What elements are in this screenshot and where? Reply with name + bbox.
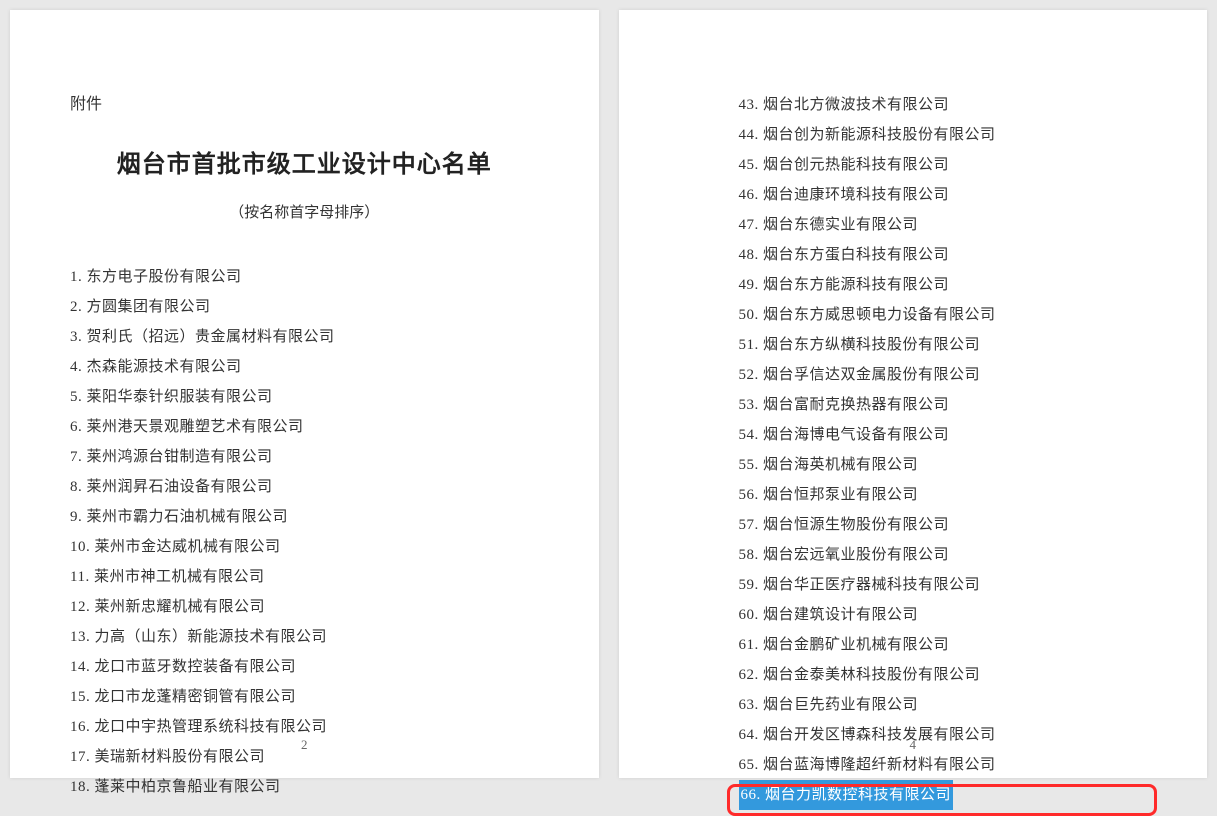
list-item: 2. 方圆集团有限公司 [70,292,539,322]
list-item: 3. 贺利氏（招远）贵金属材料有限公司 [70,322,539,352]
list-item: 45. 烟台创元热能科技有限公司 [739,150,1148,180]
page-number-left: 2 [10,737,599,753]
list-item: 47. 烟台东德实业有限公司 [739,210,1148,240]
list-item: 6. 莱州港天景观雕塑艺术有限公司 [70,412,539,442]
list-item: 10. 莱州市金达威机械有限公司 [70,532,539,562]
page-number-right: 4 [619,737,1208,753]
list-item: 58. 烟台宏远氧业股份有限公司 [739,540,1148,570]
list-item: 51. 烟台东方纵横科技股份有限公司 [739,330,1148,360]
list-item: 43. 烟台北方微波技术有限公司 [739,90,1148,120]
list-item: 18. 蓬莱中柏京鲁船业有限公司 [70,772,539,802]
list-item: 53. 烟台富耐克换热器有限公司 [739,390,1148,420]
list-item: 65. 烟台蓝海博隆超纤新材料有限公司 [739,750,1148,780]
list-item: 15. 龙口市龙蓬精密铜管有限公司 [70,682,539,712]
list-item: 44. 烟台创为新能源科技股份有限公司 [739,120,1148,150]
list-item: 5. 莱阳华泰针织服装有限公司 [70,382,539,412]
list-item: 55. 烟台海英机械有限公司 [739,450,1148,480]
list-item: 61. 烟台金鹏矿业机械有限公司 [739,630,1148,660]
document-page-right: 43. 烟台北方微波技术有限公司 44. 烟台创为新能源科技股份有限公司 45.… [619,10,1208,778]
list-item: 1. 东方电子股份有限公司 [70,262,539,292]
list-item: 14. 龙口市蓝牙数控装备有限公司 [70,652,539,682]
list-item: 62. 烟台金泰美林科技股份有限公司 [739,660,1148,690]
company-list-right: 43. 烟台北方微波技术有限公司 44. 烟台创为新能源科技股份有限公司 45.… [739,90,1148,810]
list-item: 7. 莱州鸿源台钳制造有限公司 [70,442,539,472]
document-page-left: 附件 烟台市首批市级工业设计中心名单 （按名称首字母排序） 1. 东方电子股份有… [10,10,599,778]
list-item: 48. 烟台东方蛋白科技有限公司 [739,240,1148,270]
list-item: 52. 烟台孚信达双金属股份有限公司 [739,360,1148,390]
document-title: 烟台市首批市级工业设计中心名单 [70,144,539,179]
list-item: 59. 烟台华正医疗器械科技有限公司 [739,570,1148,600]
attachment-label: 附件 [70,90,539,114]
list-item: 57. 烟台恒源生物股份有限公司 [739,510,1148,540]
list-item: 49. 烟台东方能源科技有限公司 [739,270,1148,300]
list-item: 12. 莱州新忠耀机械有限公司 [70,592,539,622]
list-item: 9. 莱州市霸力石油机械有限公司 [70,502,539,532]
list-item: 56. 烟台恒邦泵业有限公司 [739,480,1148,510]
list-item: 63. 烟台巨先药业有限公司 [739,690,1148,720]
list-item: 11. 莱州市神工机械有限公司 [70,562,539,592]
list-item: 8. 莱州润昇石油设备有限公司 [70,472,539,502]
list-item: 13. 力高（山东）新能源技术有限公司 [70,622,539,652]
document-subtitle: （按名称首字母排序） [70,201,539,222]
list-item: 60. 烟台建筑设计有限公司 [739,600,1148,630]
list-item: 54. 烟台海博电气设备有限公司 [739,420,1148,450]
company-list-left: 1. 东方电子股份有限公司 2. 方圆集团有限公司 3. 贺利氏（招远）贵金属材… [70,262,539,802]
list-item: 4. 杰森能源技术有限公司 [70,352,539,382]
list-item: 46. 烟台迪康环境科技有限公司 [739,180,1148,210]
highlight-annotation-box [727,784,1157,816]
list-item: 50. 烟台东方威思顿电力设备有限公司 [739,300,1148,330]
